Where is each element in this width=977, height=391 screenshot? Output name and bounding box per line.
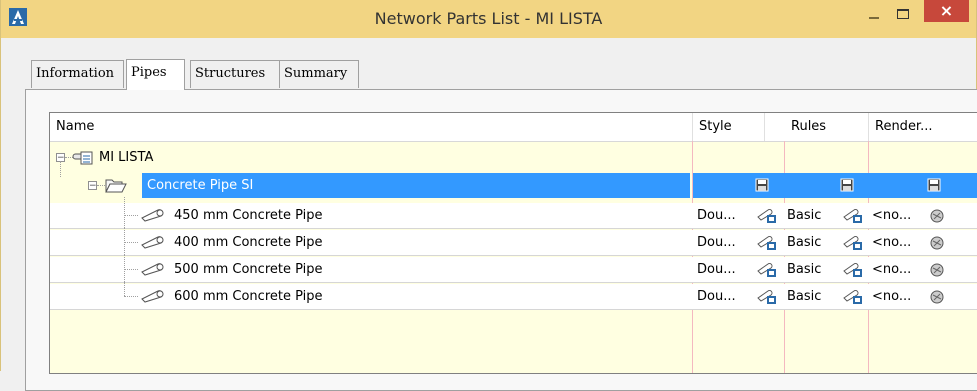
column-header-name[interactable]: Name <box>50 113 693 141</box>
collapse-toggle[interactable]: − <box>88 181 97 191</box>
part-name: 450 mm Concrete Pipe <box>174 208 323 223</box>
tree-connector <box>124 269 138 270</box>
tree-item-label: Concrete Pipe SI <box>147 178 254 193</box>
pipe-icon <box>141 290 164 303</box>
column-header-rules[interactable]: Rules <box>785 113 869 141</box>
rules-picker-icon[interactable] <box>842 261 864 278</box>
tree-connector <box>60 161 61 177</box>
render-value: <no... <box>872 208 912 223</box>
table-row[interactable]: 450 mm Concrete Pipe Dou... Basic <no... <box>50 197 977 229</box>
tree-item-label: MI LISTA <box>99 150 154 165</box>
tab-pipes[interactable]: Pipes <box>126 59 185 90</box>
pipe-icon <box>141 263 164 276</box>
minimize-button[interactable] <box>861 0 887 27</box>
tree-row-root[interactable]: − MI LISTA <box>50 145 977 170</box>
folder-open-icon <box>105 179 127 193</box>
close-button[interactable]: × <box>924 0 969 22</box>
tab-information[interactable]: Information <box>31 60 124 88</box>
style-picker-icon[interactable] <box>756 207 778 224</box>
table-row[interactable]: 600 mm Concrete Pipe Dou... Basic <no... <box>50 282 977 310</box>
style-picker-icon[interactable] <box>756 234 778 251</box>
parts-tree-grid[interactable]: Name Style Rules Render... − MI LISTA − … <box>49 112 977 374</box>
tree-row-family[interactable]: − Concrete Pipe SI <box>50 161 977 198</box>
style-picker-icon[interactable] <box>756 288 778 305</box>
network-icon <box>72 151 93 165</box>
column-header-render[interactable]: Render... <box>869 113 977 141</box>
title-bar[interactable]: Network Parts List - MI LISTA × <box>1 0 976 38</box>
tree-connector <box>124 197 125 228</box>
tree-connector <box>124 282 125 296</box>
tree-connector <box>124 215 138 216</box>
material-icon[interactable] <box>930 263 944 277</box>
close-icon: × <box>939 1 954 20</box>
material-icon[interactable] <box>930 290 944 304</box>
table-row[interactable]: 500 mm Concrete Pipe Dou... Basic <no... <box>50 255 977 283</box>
column-header-style[interactable]: Style <box>693 113 765 141</box>
tab-summary[interactable]: Summary <box>279 60 359 88</box>
pipe-icon <box>141 236 164 249</box>
material-icon[interactable] <box>930 209 944 223</box>
maximize-button[interactable] <box>890 0 916 27</box>
save-icon[interactable] <box>840 178 854 192</box>
style-value: Dou... <box>697 208 736 223</box>
rules-picker-icon[interactable] <box>842 288 864 305</box>
style-value: Dou... <box>697 262 736 277</box>
grid-header: Name Style Rules Render... <box>50 113 977 142</box>
render-value: <no... <box>872 235 912 250</box>
table-row[interactable]: 400 mm Concrete Pipe Dou... Basic <no... <box>50 228 977 256</box>
rules-picker-icon[interactable] <box>842 234 864 251</box>
part-name: 600 mm Concrete Pipe <box>174 289 323 304</box>
rules-value: Basic <box>787 289 822 304</box>
pipe-icon <box>141 209 164 222</box>
save-icon[interactable] <box>927 178 941 192</box>
part-name: 400 mm Concrete Pipe <box>174 235 323 250</box>
rules-value: Basic <box>787 235 822 250</box>
material-icon[interactable] <box>930 236 944 250</box>
render-value: <no... <box>872 289 912 304</box>
network-parts-list-window: Network Parts List - MI LISTA × Informat… <box>0 0 977 391</box>
tree-connector <box>124 242 138 243</box>
tree-connector <box>124 296 138 297</box>
save-icon[interactable] <box>755 178 769 192</box>
render-value: <no... <box>872 262 912 277</box>
style-value: Dou... <box>697 289 736 304</box>
window-title: Network Parts List - MI LISTA <box>374 9 603 28</box>
style-value: Dou... <box>697 235 736 250</box>
rules-value: Basic <box>787 208 822 223</box>
style-picker-icon[interactable] <box>756 261 778 278</box>
part-name: 500 mm Concrete Pipe <box>174 262 323 277</box>
rules-picker-icon[interactable] <box>842 207 864 224</box>
rules-value: Basic <box>787 262 822 277</box>
tree-connector <box>97 185 105 186</box>
